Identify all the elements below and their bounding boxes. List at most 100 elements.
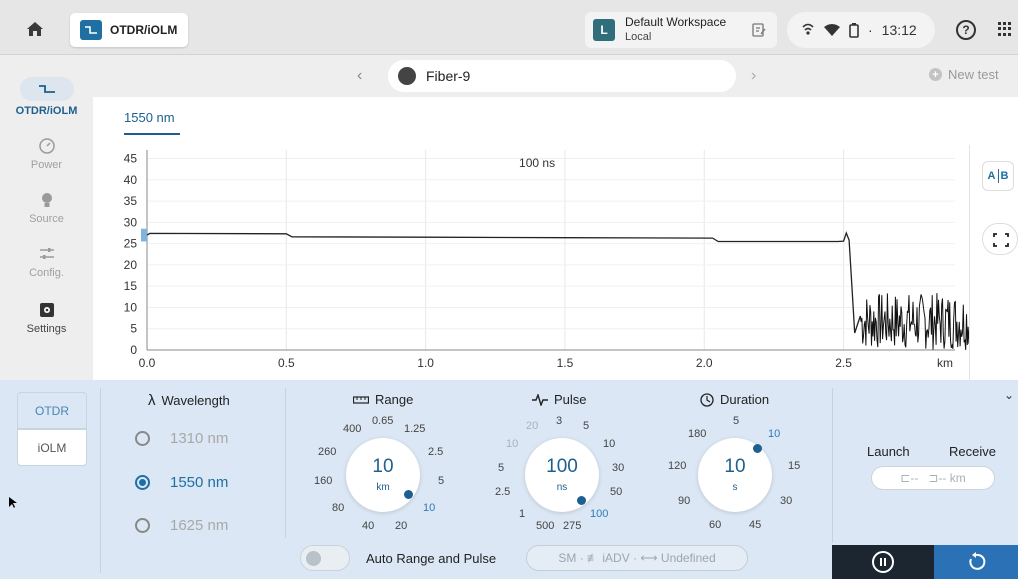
- fullscreen-icon: [993, 233, 1009, 247]
- pulse-knob[interactable]: 100 ns: [525, 438, 599, 512]
- dial-tick[interactable]: 2.5: [495, 486, 510, 498]
- restart-button[interactable]: [934, 545, 1018, 579]
- edit-workspace-icon[interactable]: [751, 22, 767, 38]
- sidebar-item-otdr[interactable]: OTDR/iOLM: [0, 77, 93, 117]
- dial-tick[interactable]: 10: [768, 428, 780, 440]
- wavelength-option-1625[interactable]: 1625 nm: [135, 517, 228, 534]
- dial-tick[interactable]: 180: [688, 428, 706, 440]
- launch-marker: [141, 228, 147, 242]
- marker-a-label: A: [987, 170, 996, 182]
- app-tab-label: OTDR/iOLM: [110, 23, 178, 37]
- tab-indicator: [124, 133, 180, 135]
- top-bar: OTDR/iOLM L Default Workspace Local · 13…: [0, 0, 1018, 55]
- duration-knob[interactable]: 10 s: [698, 438, 772, 512]
- dial-tick[interactable]: 20: [526, 420, 538, 432]
- bluetooth-wifi-icon: [802, 23, 814, 35]
- lambda-icon: λ: [148, 392, 156, 409]
- pulse-dial[interactable]: 20 3 5 10 10 5 30 2.5 50 1 100 500 275 1…: [490, 410, 640, 540]
- dial-tick[interactable]: 50: [610, 486, 622, 498]
- dial-tick[interactable]: 80: [332, 502, 344, 514]
- status-tray[interactable]: · 13:12: [787, 12, 935, 48]
- fiber-status-dot: [398, 67, 416, 85]
- divider: [832, 388, 833, 543]
- mode-iolm-button[interactable]: iOLM: [17, 429, 87, 466]
- dial-tick[interactable]: 120: [668, 460, 686, 472]
- dial-tick[interactable]: 10: [603, 438, 615, 450]
- dial-tick[interactable]: 5: [438, 475, 444, 487]
- radio-1550[interactable]: [135, 475, 150, 490]
- auto-range-toggle[interactable]: [300, 545, 350, 571]
- duration-dial[interactable]: 5 180 10 120 15 90 30 60 45 10 s: [660, 410, 810, 540]
- dial-tick[interactable]: 5: [498, 462, 504, 474]
- new-test-button[interactable]: + New test: [929, 67, 999, 82]
- sidebar-item-settings[interactable]: Settings: [0, 301, 93, 335]
- dial-tick[interactable]: 500: [536, 520, 554, 532]
- fiber-selector[interactable]: Fiber-9: [388, 60, 736, 92]
- next-fiber-arrow-icon[interactable]: ›: [751, 67, 756, 85]
- dial-tick[interactable]: 10: [423, 502, 435, 514]
- radio-1625[interactable]: [135, 518, 150, 533]
- ruler-icon: [353, 395, 369, 404]
- auto-range-label: Auto Range and Pulse: [366, 551, 497, 566]
- dial-tick[interactable]: 275: [563, 520, 581, 532]
- pulse-unit: ns: [556, 482, 568, 493]
- dial-tick[interactable]: 5: [733, 415, 739, 427]
- range-dial[interactable]: 0.65 1.25 400 2.5 260 5 160 10 80 40 20 …: [310, 410, 460, 540]
- otdr-trace-chart[interactable]: 0.0 0.5 1.0 1.5 2.0 2.5 0 5 10 15 20 25 30 35 40 45 km 10…: [93, 145, 981, 380]
- dial-tick[interactable]: 1.25: [404, 423, 425, 435]
- sidebar-item-label: Settings: [26, 323, 67, 335]
- apps-grid-icon[interactable]: [998, 22, 1012, 36]
- home-icon[interactable]: [24, 18, 46, 40]
- trace-plot[interactable]: 0.0 0.5 1.0 1.5 2.0 2.5 0 5 10 15 20 25 30 35 40 45 km 10…: [93, 145, 981, 380]
- mode-otdr-button[interactable]: OTDR: [17, 392, 87, 429]
- workspace-selector[interactable]: L Default Workspace Local: [585, 12, 777, 48]
- help-icon[interactable]: ?: [956, 20, 976, 40]
- ab-markers-button[interactable]: A B: [982, 161, 1014, 191]
- dial-tick[interactable]: 15: [788, 460, 800, 472]
- sidebar-item-source[interactable]: Source: [0, 191, 93, 225]
- range-title-text: Range: [375, 392, 414, 407]
- sidebar-item-power[interactable]: Power: [0, 137, 93, 171]
- radio-1310[interactable]: [135, 431, 150, 446]
- dial-tick[interactable]: 0.65: [372, 415, 393, 427]
- receive-value: ⊐-- km: [928, 471, 966, 485]
- dial-tick[interactable]: 10: [506, 438, 518, 450]
- dial-tick[interactable]: 45: [749, 519, 761, 531]
- dial-tick[interactable]: 400: [343, 423, 361, 435]
- dial-tick[interactable]: 60: [709, 519, 721, 531]
- launch-label: Launch: [867, 444, 910, 459]
- dial-tick[interactable]: 30: [780, 495, 792, 507]
- dial-tick[interactable]: 20: [395, 520, 407, 532]
- collapse-chevron-icon[interactable]: ⌄: [1004, 388, 1014, 402]
- dial-tick[interactable]: 160: [314, 475, 332, 487]
- tab-1550nm[interactable]: 1550 nm: [124, 110, 175, 125]
- dial-tick[interactable]: 30: [612, 462, 624, 474]
- dial-tick[interactable]: 40: [362, 520, 374, 532]
- y-tick-label: 15: [124, 279, 138, 293]
- dial-tick[interactable]: 3: [556, 415, 562, 427]
- x-tick-label: 0.5: [278, 356, 295, 370]
- dial-tick[interactable]: 100: [590, 508, 608, 520]
- sidebar-item-config[interactable]: Config.: [0, 245, 93, 279]
- launch-value: ⊏--: [900, 471, 919, 485]
- fullscreen-button[interactable]: [982, 223, 1018, 255]
- app-tab-otdr[interactable]: OTDR/iOLM: [70, 13, 188, 47]
- dial-tick[interactable]: 2.5: [428, 446, 443, 458]
- gauge-icon: [38, 138, 55, 154]
- dial-tick[interactable]: 5: [583, 420, 589, 432]
- prev-fiber-arrow-icon[interactable]: ‹: [357, 67, 362, 85]
- x-tick-label: 0.0: [139, 356, 156, 370]
- start-stop-button[interactable]: [832, 545, 934, 579]
- range-knob[interactable]: 10 km: [346, 438, 420, 512]
- trace-icon: [19, 77, 74, 101]
- dial-tick[interactable]: 90: [678, 495, 690, 507]
- launch-receive-fiber-button[interactable]: ⊏-- ⊐-- km: [871, 466, 995, 490]
- test-setup-summary[interactable]: SM · ≢ iADV · ⟷ Undefined: [526, 545, 748, 571]
- dial-tick[interactable]: 1: [519, 508, 525, 520]
- duration-value: 10: [724, 456, 746, 477]
- dial-tick[interactable]: 260: [318, 446, 336, 458]
- restart-icon: [969, 552, 986, 570]
- wavelength-option-1310[interactable]: 1310 nm: [135, 430, 228, 447]
- wavelength-option-1550[interactable]: 1550 nm: [135, 474, 228, 491]
- pause-icon: [872, 551, 894, 573]
